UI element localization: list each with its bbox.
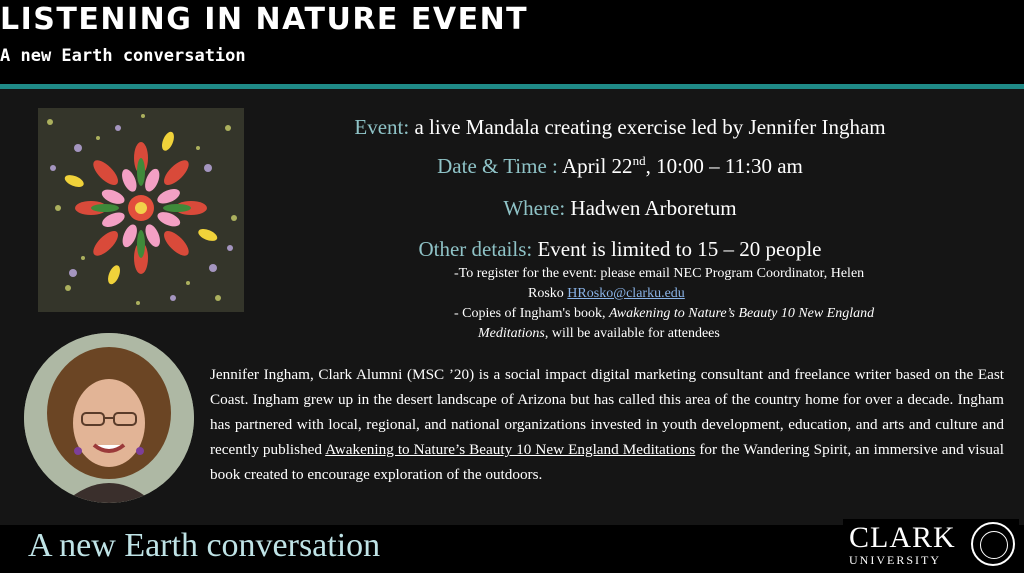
copies-line-1: - Copies of Ingham's book, Awakening to … (454, 306, 875, 321)
register-text: -To register for the event: please email… (454, 266, 865, 281)
copies-line-2: Meditations, will be available for atten… (478, 326, 720, 341)
other-details-label: Other details: (418, 237, 533, 261)
date-line: Date & Time : April 22nd, 10:00 – 11:30 … (250, 154, 990, 179)
event-value: a live Mandala creating exercise led by … (414, 115, 886, 139)
page-subtitle: A new Earth conversation (0, 46, 246, 66)
register-line-2: Rosko HRosko@clarku.edu (528, 286, 685, 301)
where-value: Hadwen Arboretum (570, 196, 737, 220)
logo-sub: UNIVERSITY (849, 553, 941, 567)
date-label: Date & Time : (437, 154, 558, 178)
event-label: Event: (354, 115, 410, 139)
footer-tagline: A new Earth conversation (28, 527, 381, 564)
seal-icon (971, 522, 1015, 566)
other-details-value: Event is limited to 15 – 20 people (537, 237, 822, 261)
page-title: LISTENING IN NATURE EVENT (0, 2, 529, 37)
mandala-image (38, 108, 244, 312)
speaker-bio: Jennifer Ingham, Clark Alumni (MSC ’20) … (210, 366, 1004, 483)
clark-university-logo: CLARK UNIVERSITY (843, 519, 1019, 571)
where-line: Where: Hadwen Arboretum (250, 196, 990, 221)
where-label: Where: (503, 196, 566, 220)
other-details-line: Other details: Event is limited to 15 – … (250, 237, 990, 262)
event-line: Event: a live Mandala creating exercise … (250, 115, 990, 140)
speaker-portrait (24, 333, 194, 503)
logo-word: CLARK (849, 521, 956, 554)
email-link[interactable]: HRosko@clarku.edu (567, 286, 684, 301)
book-title-link[interactable]: Awakening to Nature’s Beauty 10 New Engl… (325, 441, 695, 458)
date-value: April 22nd, 10:00 – 11:30 am (561, 153, 803, 178)
